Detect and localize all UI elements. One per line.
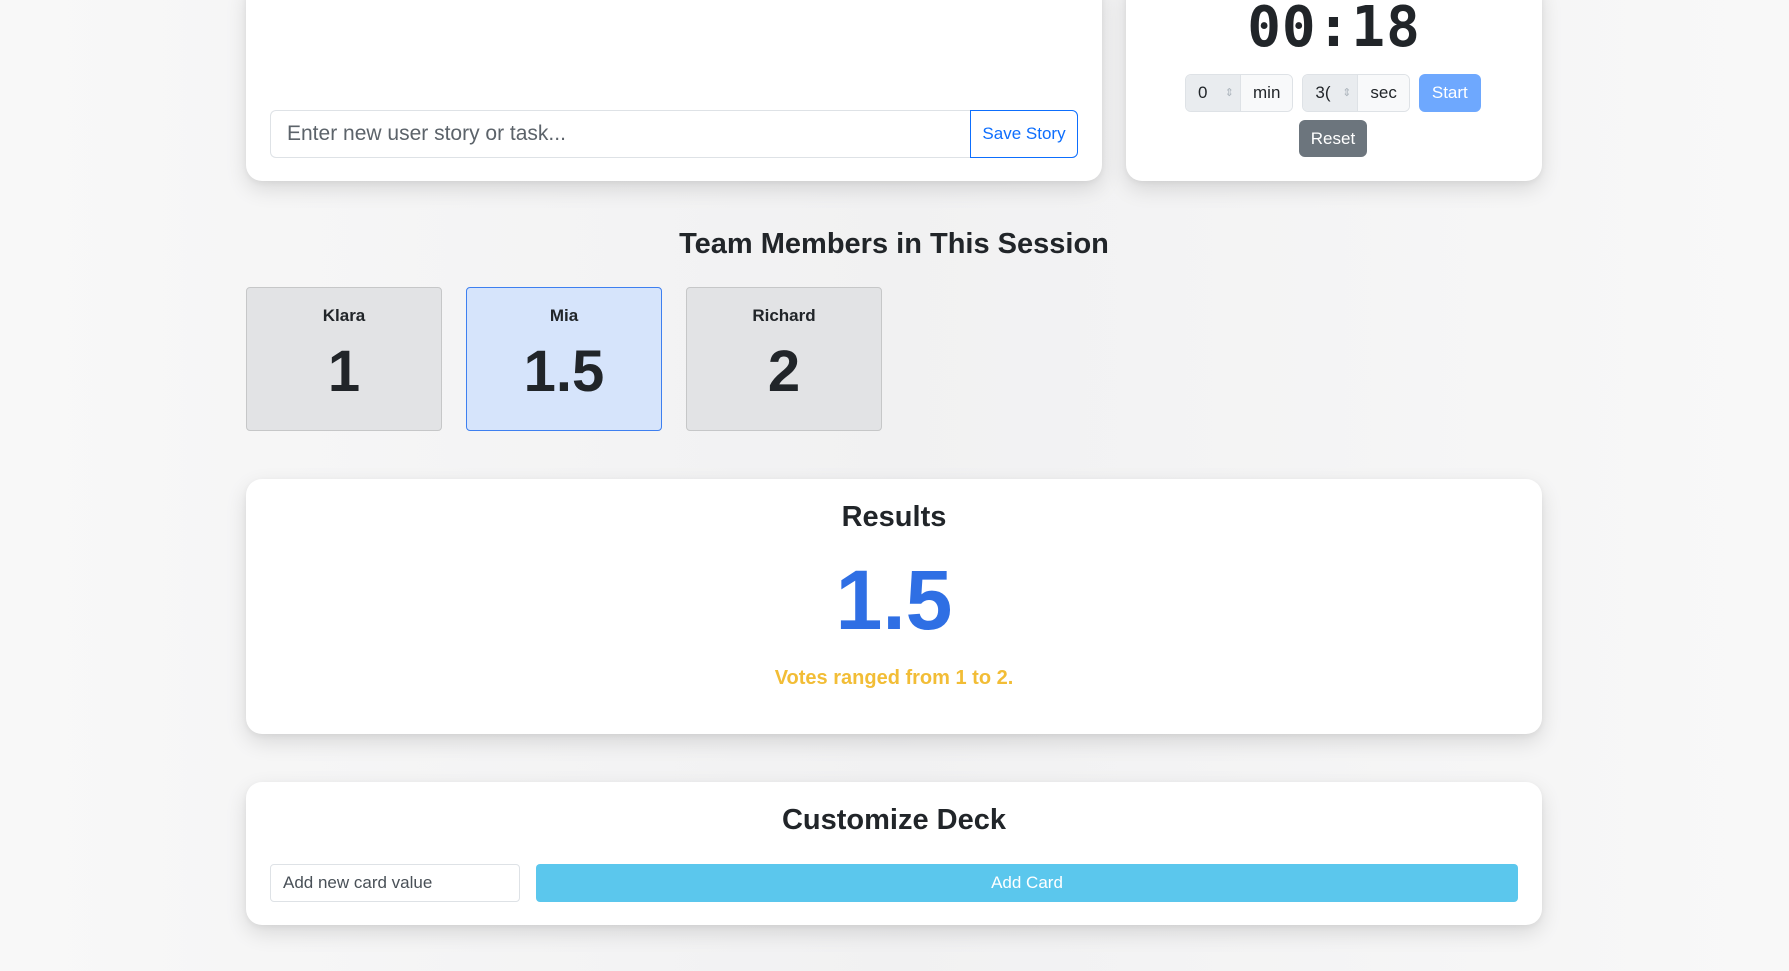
seconds-group: 3( ⇕ sec [1302, 74, 1410, 112]
member-name: Richard [752, 306, 816, 325]
timer-controls: 0 ⇕ min 3( ⇕ sec Start [1185, 74, 1481, 112]
start-timer-button[interactable]: Start [1418, 74, 1481, 112]
spinner-icon[interactable]: ⇕ [1342, 87, 1351, 99]
seconds-input[interactable]: 3( ⇕ [1303, 75, 1359, 111]
story-input-group: Save Story [270, 110, 1078, 158]
card-value-input[interactable] [270, 864, 520, 902]
story-input[interactable] [270, 110, 970, 158]
team-members-heading: Team Members in This Session [679, 228, 1109, 260]
member-card-klara: Klara 1 [246, 287, 442, 431]
customize-deck-title: Customize Deck [781, 804, 1006, 836]
member-vote: 1.5 [523, 339, 605, 404]
timer-card: 00:18 0 ⇕ min 3( ⇕ sec Start Reset [1126, 0, 1542, 181]
results-value: 1.5 [835, 553, 953, 647]
timer-display: 00:18 [1247, 0, 1421, 60]
results-title: Results [841, 501, 947, 533]
customize-deck-card: Customize Deck Add Card [246, 782, 1542, 925]
member-name: Mia [549, 306, 579, 325]
member-vote: 1 [327, 339, 361, 404]
save-story-button[interactable]: Save Story [970, 110, 1078, 158]
seconds-unit-label: sec [1358, 75, 1409, 111]
minutes-input[interactable]: 0 ⇕ [1186, 75, 1241, 111]
minutes-value: 0 [1198, 83, 1208, 102]
member-card-richard: Richard 2 [686, 287, 882, 431]
results-range-text: Votes ranged from 1 to 2. [774, 667, 1014, 689]
minutes-unit-label: min [1241, 75, 1293, 111]
reset-timer-button[interactable]: Reset [1299, 120, 1367, 157]
results-card: Results 1.5 Votes ranged from 1 to 2. [246, 479, 1542, 734]
story-card: Save Story [246, 0, 1102, 181]
add-card-button[interactable]: Add Card [536, 864, 1518, 902]
member-vote: 2 [767, 339, 801, 404]
seconds-value: 3( [1315, 83, 1331, 102]
member-card-mia: Mia 1.5 [466, 287, 662, 431]
minutes-group: 0 ⇕ min [1185, 74, 1294, 112]
member-name: Klara [322, 306, 366, 325]
spinner-icon[interactable]: ⇕ [1225, 87, 1234, 99]
